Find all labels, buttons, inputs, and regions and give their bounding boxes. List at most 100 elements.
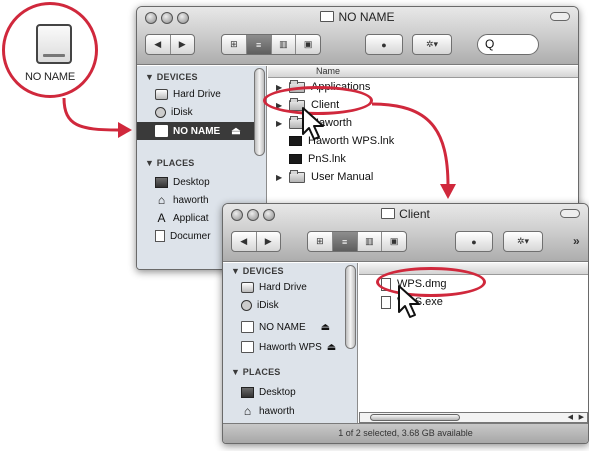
quicklook-group: ●	[365, 34, 403, 55]
toolbar-overflow-icon[interactable]: »	[573, 234, 580, 248]
coverflow-view-button[interactable]: ▣	[296, 35, 320, 54]
hard-drive-icon	[241, 281, 254, 293]
sidebar-item-label: NO NAME	[173, 125, 221, 137]
sidebar-item-haworth[interactable]: ⌂ haworth	[155, 191, 209, 209]
icon-view-button[interactable]: ⊞	[308, 232, 333, 251]
search-icon: Q	[485, 37, 495, 51]
action-menu-button[interactable]: ✲▾	[413, 35, 451, 54]
volume-icon	[241, 321, 254, 333]
sidebar-scrollbar[interactable]	[254, 68, 265, 156]
window-title-text: NO NAME	[338, 10, 395, 24]
column-header-label: Name	[316, 66, 341, 76]
view-buttons: ⊞ ≡ ▥ ▣	[221, 34, 321, 55]
sidebar-item-label: Documer	[170, 230, 211, 242]
sidebar-item-label: haworth	[259, 405, 295, 417]
back-button[interactable]: ◀	[146, 35, 171, 54]
sidebar-item-idisk[interactable]: iDisk	[241, 296, 279, 314]
hard-drive-icon	[155, 88, 168, 100]
eject-icon[interactable]: ⏏	[321, 322, 330, 333]
action-menu-button[interactable]: ✲▾	[504, 232, 542, 251]
file-name: User Manual	[311, 171, 374, 183]
sidebar-item-label: Desktop	[173, 176, 210, 188]
sidebar-item-haworth-wps[interactable]: Haworth WPS ⏏	[241, 338, 336, 356]
sidebar-item-label: NO NAME	[259, 321, 306, 333]
quicklook-button[interactable]: ●	[366, 35, 402, 54]
forward-button[interactable]: ▶	[171, 35, 195, 54]
scroll-thumb[interactable]	[370, 414, 460, 421]
sidebar-item-applications[interactable]: A Applicat	[155, 209, 209, 227]
sidebar: ▼ DEVICES Hard Drive iDisk NO NAME ⏏ Haw…	[223, 263, 358, 423]
coverflow-view-button[interactable]: ▣	[382, 232, 406, 251]
sidebar-item-idisk[interactable]: iDisk	[155, 103, 193, 121]
window-title-text: Client	[399, 207, 430, 221]
folder-icon	[381, 208, 396, 219]
desktop-icon	[155, 176, 168, 188]
column-view-button[interactable]: ▥	[272, 35, 297, 54]
disclosure-triangle-icon[interactable]: ▶	[276, 173, 283, 182]
view-buttons: ⊞ ≡ ▥ ▣	[307, 231, 407, 252]
toolbar-toggle-button[interactable]	[550, 12, 570, 21]
sidebar-item-haworth[interactable]: ⌂ haworth	[241, 402, 295, 420]
places-header: ▼ PLACES	[231, 367, 281, 377]
eject-icon[interactable]: ⏏	[327, 342, 336, 353]
action-group: ✲▾	[503, 231, 543, 252]
sidebar-item-documents[interactable]: Documer	[155, 227, 211, 245]
icon-view-button[interactable]: ⊞	[222, 35, 247, 54]
arrow-drive-to-window	[62, 97, 119, 132]
places-header: ▼ PLACES	[145, 158, 195, 168]
idisk-icon	[241, 299, 252, 311]
scroll-right-arrow-icon[interactable]: ▶	[579, 413, 584, 422]
nav-buttons: ◀ ▶	[145, 34, 195, 55]
highlight-ring-wps-dmg	[376, 267, 486, 297]
list-view-button[interactable]: ≡	[332, 232, 358, 251]
sidebar-scrollbar[interactable]	[345, 265, 356, 349]
quicklook-button[interactable]: ●	[456, 232, 492, 251]
documents-icon	[155, 230, 165, 242]
sidebar-item-hard-drive[interactable]: Hard Drive	[241, 278, 307, 296]
quicklook-group: ●	[455, 231, 493, 252]
scroll-left-arrow-icon[interactable]: ◀	[568, 413, 573, 422]
idisk-icon	[155, 106, 166, 118]
back-button[interactable]: ◀	[232, 232, 257, 251]
disclosure-triangle-icon[interactable]: ▶	[276, 119, 283, 128]
home-icon: ⌂	[243, 403, 252, 418]
toolbar-toggle-button[interactable]	[560, 209, 580, 218]
column-header-name[interactable]: Name	[268, 66, 578, 78]
drive-label: NO NAME	[25, 71, 75, 83]
folder-icon	[289, 169, 305, 183]
sidebar-item-label: haworth	[173, 194, 209, 206]
sidebar-item-desktop[interactable]: Desktop	[155, 173, 210, 191]
devices-header: ▼ DEVICES	[231, 266, 284, 276]
cursor-arrow-icon	[398, 285, 420, 318]
volume-icon	[241, 341, 254, 353]
search-field[interactable]: Q	[477, 34, 539, 55]
nav-buttons: ◀ ▶	[231, 231, 281, 252]
action-group: ✲▾	[412, 34, 452, 55]
file-row-user-manual[interactable]: ▶ User Manual	[276, 169, 373, 185]
sidebar-item-desktop[interactable]: Desktop	[241, 383, 296, 401]
desktop-icon	[241, 386, 254, 398]
sidebar-item-no-name[interactable]: NO NAME ⏏	[137, 122, 255, 140]
home-icon: ⌂	[157, 192, 166, 207]
eject-icon[interactable]: ⏏	[231, 126, 240, 137]
horizontal-scrollbar[interactable]: ◀ ▶	[359, 412, 588, 423]
sidebar-item-label: Applicat	[173, 212, 209, 224]
sidebar-item-label: Desktop	[259, 386, 296, 398]
list-view-button[interactable]: ≡	[246, 35, 272, 54]
drive-icon[interactable]	[36, 24, 72, 64]
sidebar-item-no-name[interactable]: NO NAME ⏏	[241, 318, 330, 336]
sidebar-item-label: iDisk	[257, 299, 279, 311]
sidebar-item-label: iDisk	[171, 106, 193, 118]
titlebar: NO NAME ◀ ▶ ⊞ ≡ ▥ ▣ ● ✲▾ Q	[137, 7, 578, 65]
shortcut-icon	[289, 154, 302, 164]
applications-icon: A	[157, 210, 166, 225]
status-text: 1 of 2 selected, 3.68 GB available	[338, 428, 473, 438]
sidebar-item-hard-drive[interactable]: Hard Drive	[155, 85, 221, 103]
column-view-button[interactable]: ▥	[358, 232, 383, 251]
status-bar: 1 of 2 selected, 3.68 GB available	[223, 423, 588, 443]
file-row-pns-lnk[interactable]: PnS.lnk	[289, 151, 346, 167]
cursor-arrow-icon	[302, 107, 324, 140]
sidebar-item-label: Haworth WPS	[259, 341, 322, 353]
forward-button[interactable]: ▶	[257, 232, 281, 251]
file-name: PnS.lnk	[308, 153, 346, 165]
